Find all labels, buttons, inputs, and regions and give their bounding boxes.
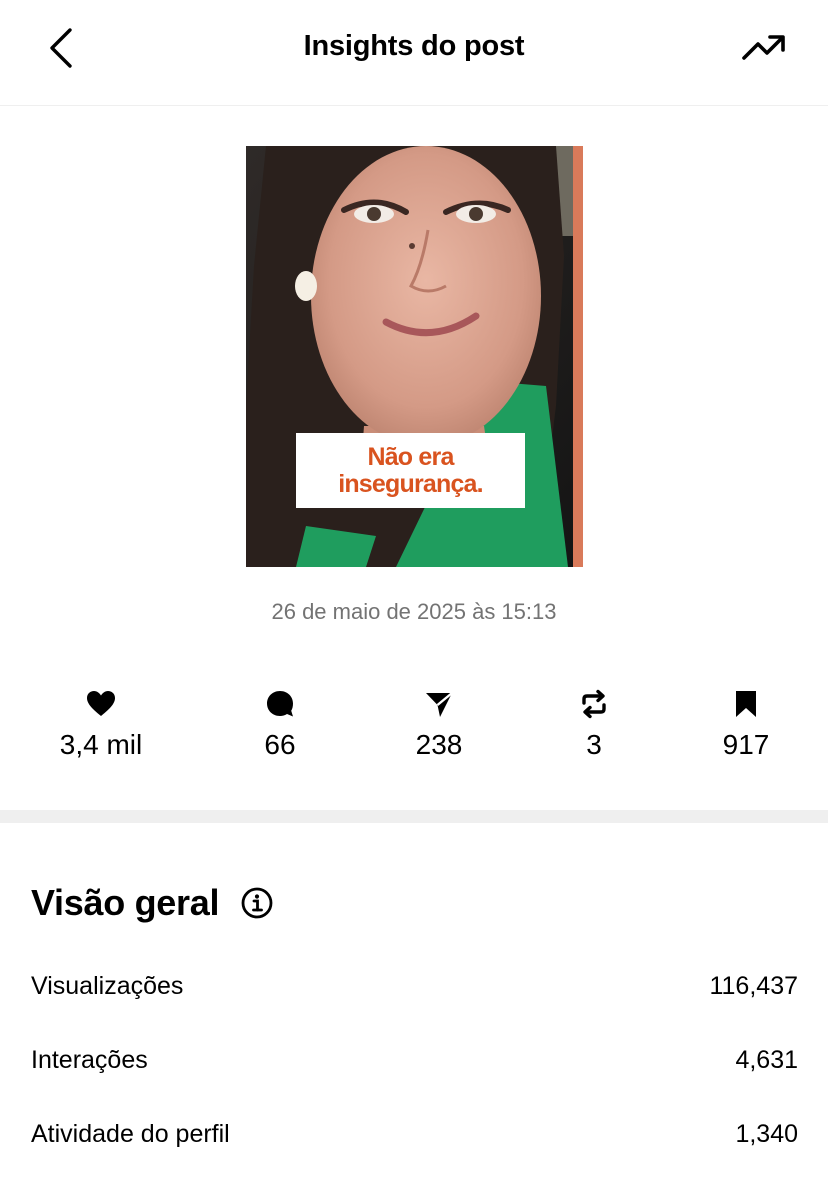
info-icon <box>241 887 273 919</box>
reposts-count: 3 <box>586 729 602 760</box>
trends-button[interactable] <box>738 28 790 68</box>
share-icon <box>426 692 453 717</box>
profile-activity-label: Atividade do perfil <box>31 1120 230 1148</box>
heart-icon <box>87 691 115 716</box>
interactions-label: Interações <box>31 1046 148 1074</box>
comments-count: 66 <box>264 729 296 760</box>
metric-shares[interactable]: 238 <box>359 688 519 761</box>
metric-likes[interactable]: 3,4 mil <box>21 688 181 761</box>
metric-reposts[interactable]: 3 <box>514 688 674 761</box>
engagement-metrics: 3,4 mil 66 238 3 917 <box>0 688 828 768</box>
shares-count: 238 <box>415 729 463 760</box>
section-divider <box>0 810 828 823</box>
overview-info-button[interactable] <box>240 886 274 920</box>
post-date: 26 de maio de 2025 às 15:13 <box>271 599 557 624</box>
interactions-value: 4,631 <box>735 1046 798 1074</box>
page-title: Insights do post <box>303 30 525 62</box>
trending-up-icon <box>742 35 785 60</box>
post-caption-overlay: Não era insegurança. <box>296 433 525 508</box>
caption-line-1: Não era <box>367 442 454 471</box>
overview-row-profile-activity[interactable]: Atividade do perfil 1,340 <box>31 1120 798 1160</box>
views-label: Visualizações <box>31 972 184 1000</box>
overview-row-views[interactable]: Visualizações 116,437 <box>31 972 798 1012</box>
metric-saves[interactable]: 917 <box>666 688 826 761</box>
top-bar: Insights do post <box>0 0 828 106</box>
repost-icon <box>582 689 606 719</box>
overview-title: Visão geral <box>31 882 220 923</box>
caption-line-2: insegurança. <box>338 469 483 498</box>
comment-icon <box>267 691 293 717</box>
overview-row-interactions[interactable]: Interações 4,631 <box>31 1046 798 1086</box>
saves-count: 917 <box>722 729 770 760</box>
profile-activity-value: 1,340 <box>735 1120 798 1148</box>
likes-count: 3,4 mil <box>59 729 143 760</box>
views-value: 116,437 <box>709 972 798 1000</box>
metric-comments[interactable]: 66 <box>200 688 360 761</box>
bookmark-icon <box>736 691 756 717</box>
post-thumbnail[interactable]: Não era insegurança. <box>246 146 583 567</box>
